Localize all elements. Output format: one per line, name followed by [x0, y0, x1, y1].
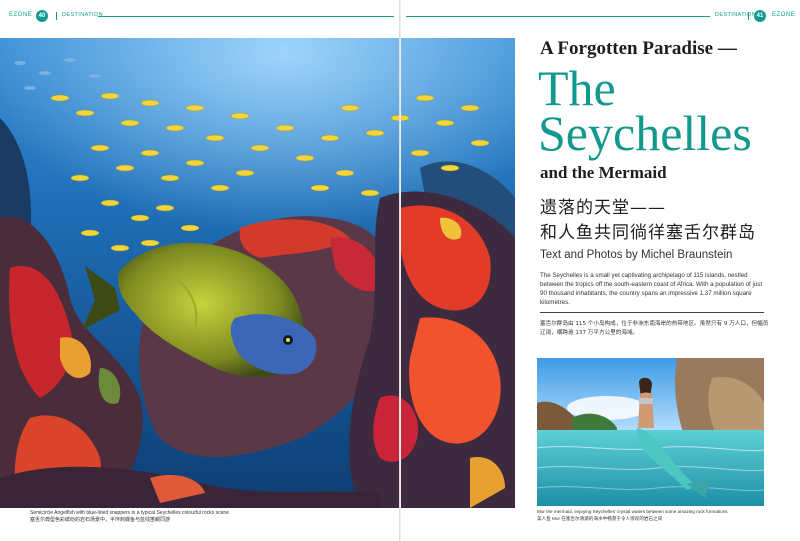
article-title-cn-line2: 和人鱼共同徜徉塞舌尔群岛: [540, 223, 756, 243]
header-divider: [56, 12, 57, 20]
hero-caption-en: Semicircle Angelfish with blue-lined sna…: [30, 510, 229, 516]
page-number: 40: [36, 10, 48, 22]
article-kicker: A Forgotten Paradise —: [540, 38, 737, 59]
intro-paragraph-en: The Seychelles is a small yet captivatin…: [540, 272, 763, 306]
hero-photo: [0, 38, 515, 508]
header-left: EZONE 40 DESTINATION: [0, 0, 400, 38]
section-label: DESTINATION: [62, 12, 103, 18]
header-divider: [748, 12, 749, 20]
brand-label: EZONE: [9, 12, 33, 18]
brand-label: EZONE: [772, 12, 796, 18]
article-title-cn-line1: 遗落的天堂——: [540, 198, 666, 218]
intro-divider: [540, 312, 764, 313]
page-spine: [399, 0, 401, 541]
mermaid-caption-cn: 美人鱼 Mor 在塞舌尔清澈的海水中畅游于令人惊叹的岩石之间: [537, 515, 663, 521]
page-number: 41: [754, 10, 766, 22]
hero-caption: Semicircle Angelfish with blue-lined sna…: [30, 510, 390, 524]
article-byline: Text and Photos by Michel Braunstein: [540, 249, 733, 261]
header-rule: [98, 16, 394, 17]
header-rule: [406, 16, 710, 17]
mermaid-caption: Mor the mermaid, enjoying Seychelles' cr…: [537, 509, 777, 522]
intro-paragraph-cn: 塞舌尔群岛由 115 个小岛构成，位于非洲东南海岸的热带地区。虽然只有 9 万人…: [540, 321, 769, 336]
hero-caption-cn: 塞舌尔典型色彩缤纷的岩石场景中，半环刺蝶鱼与蓝线笛鲷同游: [30, 517, 171, 523]
article-subtitle: and the Mermaid: [540, 163, 667, 182]
mermaid-photo: [537, 358, 764, 506]
header-right: DESTINATION 41 EZONE: [400, 0, 800, 38]
article-title-line2: Seychelles: [538, 105, 752, 161]
section-label: DESTINATION: [715, 12, 756, 18]
